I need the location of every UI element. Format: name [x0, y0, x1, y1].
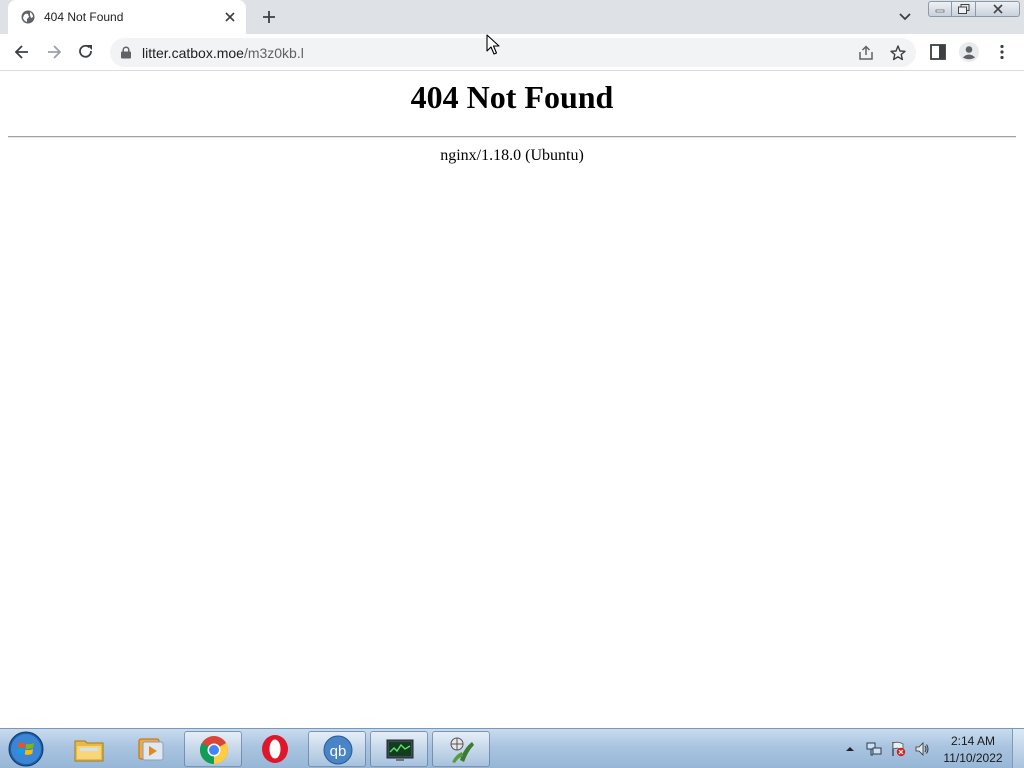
- windows-start-orb-icon[interactable]: [6, 730, 46, 768]
- clock-date[interactable]: 11/10/2022: [940, 751, 1006, 765]
- tab-strip: 404 Not Found: [0, 0, 1024, 34]
- back-icon[interactable]: [12, 42, 32, 62]
- clock-time[interactable]: 2:14 AM: [940, 734, 1006, 748]
- more-menu-icon[interactable]: [992, 42, 1012, 62]
- action-center-flag-icon[interactable]: [890, 741, 906, 757]
- tab-title: 404 Not Found: [44, 10, 124, 24]
- url-domain: litter.catbox.moe: [142, 45, 244, 61]
- minimize-button[interactable]: [928, 1, 952, 17]
- close-window-button[interactable]: [976, 1, 1020, 17]
- restore-button[interactable]: [952, 1, 976, 17]
- opera-icon: [262, 735, 288, 763]
- taskbar-file-explorer[interactable]: [60, 731, 118, 767]
- restore-icon: [957, 4, 969, 14]
- url-path: /m3z0kb.l: [243, 45, 304, 61]
- game-app-icon: [450, 737, 474, 763]
- close-icon: [992, 4, 1003, 14]
- side-panel-icon[interactable]: [928, 42, 948, 62]
- server-signature: nginx/1.18.0 (Ubuntu): [440, 147, 584, 164]
- system-monitor-icon: [386, 739, 414, 761]
- page-title: 404 Not Found: [410, 79, 614, 115]
- mouse-cursor-icon: [486, 34, 500, 55]
- forward-icon[interactable]: [44, 42, 64, 62]
- taskbar: qb 2:14 AM 11/10/2022: [0, 728, 1024, 768]
- url-text[interactable]: litter.catbox.moe/m3z0kb.l: [142, 45, 304, 61]
- file-explorer-icon: [74, 740, 104, 762]
- page-content: 404 Not Found nginx/1.18.0 (Ubuntu): [0, 71, 1024, 728]
- address-bar[interactable]: litter.catbox.moe/m3z0kb.l: [110, 38, 916, 67]
- taskbar-media-player[interactable]: [122, 731, 180, 767]
- profile-avatar-icon[interactable]: [958, 41, 980, 63]
- bookmark-star-icon[interactable]: [889, 44, 907, 62]
- taskbar-system-monitor[interactable]: [370, 731, 428, 767]
- taskbar-qbittorrent[interactable]: qb: [308, 731, 366, 767]
- show-desktop-button[interactable]: [1012, 729, 1024, 768]
- taskbar-chrome[interactable]: [184, 731, 242, 767]
- chevron-down-icon[interactable]: [896, 9, 914, 25]
- taskbar-game-app[interactable]: [432, 731, 490, 767]
- taskbar-opera[interactable]: [246, 731, 304, 767]
- browser-toolbar: litter.catbox.moe/m3z0kb.l: [0, 34, 1024, 71]
- network-icon[interactable]: [866, 741, 882, 757]
- volume-icon[interactable]: [914, 741, 930, 757]
- show-hidden-icons-arrow[interactable]: [842, 741, 858, 757]
- lock-icon[interactable]: [120, 46, 132, 59]
- reload-icon[interactable]: [76, 42, 96, 62]
- svg-text:qb: qb: [330, 743, 347, 760]
- divider: [8, 136, 1016, 138]
- media-player-icon: [138, 738, 164, 761]
- chrome-icon: [200, 736, 228, 764]
- share-icon[interactable]: [857, 44, 875, 62]
- globe-icon: [21, 10, 35, 24]
- browser-tab[interactable]: 404 Not Found: [8, 0, 246, 34]
- minimize-icon: [935, 9, 945, 13]
- close-tab-icon[interactable]: [222, 9, 238, 25]
- new-tab-icon[interactable]: [260, 8, 278, 26]
- qbittorrent-icon: qb: [323, 735, 353, 765]
